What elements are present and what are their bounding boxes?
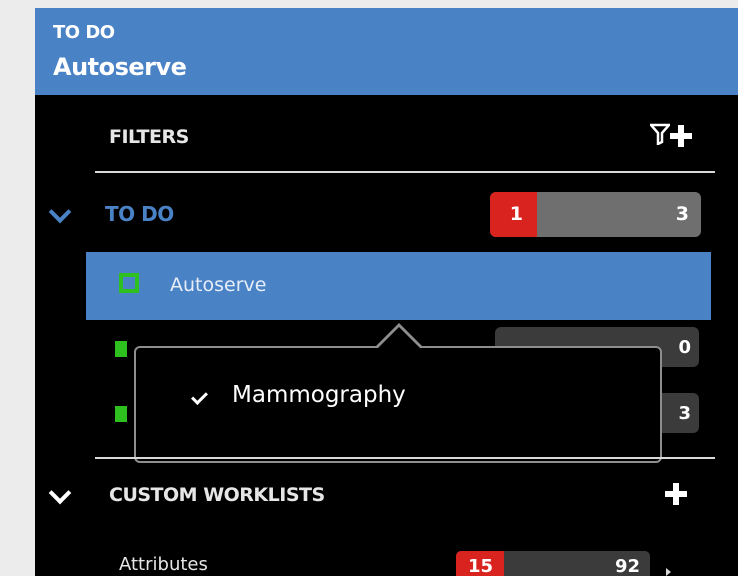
group-custom-worklists-label[interactable]: CUSTOM WORKLISTS [109, 484, 325, 506]
chevron-down-icon[interactable] [48, 481, 72, 505]
popup-arrow-inner [377, 327, 421, 349]
divider [95, 171, 715, 173]
divider [95, 457, 715, 459]
attributes-unread-count: 15 [456, 551, 504, 576]
todo-total-count: 3 [675, 203, 689, 225]
group-todo-label[interactable]: TO DO [105, 202, 174, 226]
expand-arrow-icon[interactable] [666, 568, 671, 576]
filter-icon[interactable] [650, 123, 670, 145]
worklist-item-label: Autoserve [170, 274, 267, 296]
worklist-item-autoserve[interactable]: Autoserve [86, 252, 711, 320]
header-section-label: TO DO [53, 22, 115, 43]
filters-label: FILTERS [109, 126, 189, 148]
plus-icon[interactable] [670, 125, 692, 147]
attributes-count-badge: 15 92 [456, 551, 650, 576]
header-title: Autoserve [53, 53, 187, 81]
popup-item-mammography[interactable]: Mammography [232, 382, 406, 408]
lock-icon [115, 341, 127, 357]
worklist-panel: TO DO Autoserve FILTERS TO DO 1 3 Autose… [35, 8, 738, 576]
worklist-count: 3 [678, 403, 691, 424]
todo-unread-count: 1 [490, 192, 537, 237]
worklist-count: 0 [678, 337, 691, 358]
filter-popup: Mammography [134, 346, 662, 463]
attributes-total-count: 92 [614, 556, 640, 576]
worklist-item-attributes[interactable]: Attributes [119, 554, 208, 575]
panel-header: TO DO Autoserve [35, 8, 738, 95]
add-worklist-button[interactable] [665, 483, 687, 505]
check-icon [191, 388, 208, 405]
todo-count-badge: 1 3 [490, 192, 701, 237]
calendar-icon [115, 406, 127, 422]
chevron-down-icon[interactable] [48, 200, 72, 224]
square-icon [119, 273, 139, 293]
